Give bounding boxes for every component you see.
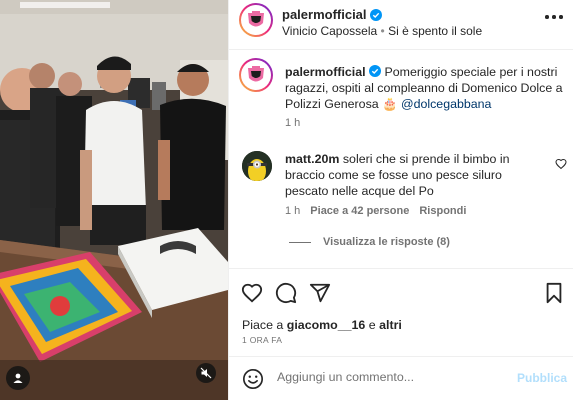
post-date[interactable]: 1 ORA FA (242, 335, 282, 345)
likes-user-link[interactable]: giacomo__16 (287, 318, 366, 332)
post-header: palermofficial Vinicio Capossela • Si è … (229, 0, 573, 50)
separator-dot: • (380, 24, 385, 38)
emoji-smile-icon (243, 369, 263, 389)
replies-divider-line (289, 241, 311, 243)
more-dot-icon (559, 15, 563, 19)
comment-meta: 1 h Piace a 42 persone Rispondi (285, 205, 466, 217)
comment-likes-link[interactable]: Piace a 42 persone (310, 205, 409, 217)
share-button[interactable] (309, 282, 331, 307)
caption-text: palermofficial Pomeriggio speciale per i… (285, 64, 570, 113)
tagged-users-button[interactable] (6, 366, 30, 390)
heart-outline-icon (555, 158, 567, 170)
comment-reply-button[interactable]: Rispondi (419, 205, 466, 217)
caption-timestamp[interactable]: 1 h (285, 117, 300, 129)
comment-button[interactable] (275, 282, 297, 307)
comment-text: matt.20m soleri che si prende il bimbo i… (285, 151, 547, 200)
comment-bubble-icon (275, 282, 297, 304)
more-options-button[interactable] (545, 12, 563, 22)
audio-title[interactable]: Si è spento il sole (388, 24, 482, 38)
verified-badge-icon (369, 65, 382, 77)
emoji-button[interactable] (242, 368, 264, 393)
commenter-avatar[interactable] (242, 151, 272, 181)
account-avatar[interactable] (239, 3, 273, 37)
speaker-muted-icon (200, 367, 212, 379)
publish-button[interactable]: Pubblica (517, 371, 567, 385)
post-details-panel: palermofficial Vinicio Capossela • Si è … (228, 0, 573, 400)
verified-badge-icon (369, 8, 382, 21)
post-photo (0, 0, 228, 400)
view-replies-label: Visualizza le risposte (8) (323, 236, 450, 248)
add-comment-bar: Pubblica (229, 356, 573, 400)
palermo-logo-icon (248, 66, 264, 82)
bookmark-icon (546, 282, 562, 304)
likes-prefix: Piace a (242, 318, 284, 332)
palermo-logo-icon (248, 11, 264, 27)
more-dot-icon (545, 15, 549, 19)
caption-mention-link[interactable]: @dolcegabbana (401, 97, 491, 111)
likes-others-link[interactable]: altri (379, 318, 402, 332)
username-text[interactable]: palermofficial (282, 7, 367, 22)
likes-conjunction: e (368, 318, 376, 332)
action-bar (241, 282, 331, 307)
minion-avatar-icon (242, 151, 272, 181)
more-dot-icon (552, 15, 556, 19)
comment-like-button[interactable] (555, 158, 567, 173)
view-replies-button[interactable]: Visualizza le risposte (8) (289, 236, 450, 248)
post-media[interactable] (0, 0, 228, 400)
like-button[interactable] (241, 282, 263, 307)
person-icon (13, 373, 23, 383)
caption-username[interactable]: palermofficial (285, 65, 366, 79)
heart-outline-icon (241, 283, 263, 303)
caption-avatar[interactable] (239, 58, 273, 92)
paper-plane-icon (309, 283, 331, 303)
comment-input[interactable] (277, 370, 497, 384)
post-actions-section: Piace a giacomo__16 e altri 1 ORA FA (229, 268, 573, 356)
likes-summary[interactable]: Piace a giacomo__16 e altri (242, 318, 402, 332)
mute-button[interactable] (196, 363, 216, 383)
save-button[interactable] (544, 282, 564, 307)
audio-author[interactable]: Vinicio Capossela (282, 24, 377, 38)
audio-info[interactable]: Vinicio Capossela • Si è spento il sole (282, 24, 482, 38)
comment-username[interactable]: matt.20m (285, 152, 339, 166)
comment-timestamp[interactable]: 1 h (285, 205, 300, 217)
header-username[interactable]: palermofficial (282, 7, 382, 22)
